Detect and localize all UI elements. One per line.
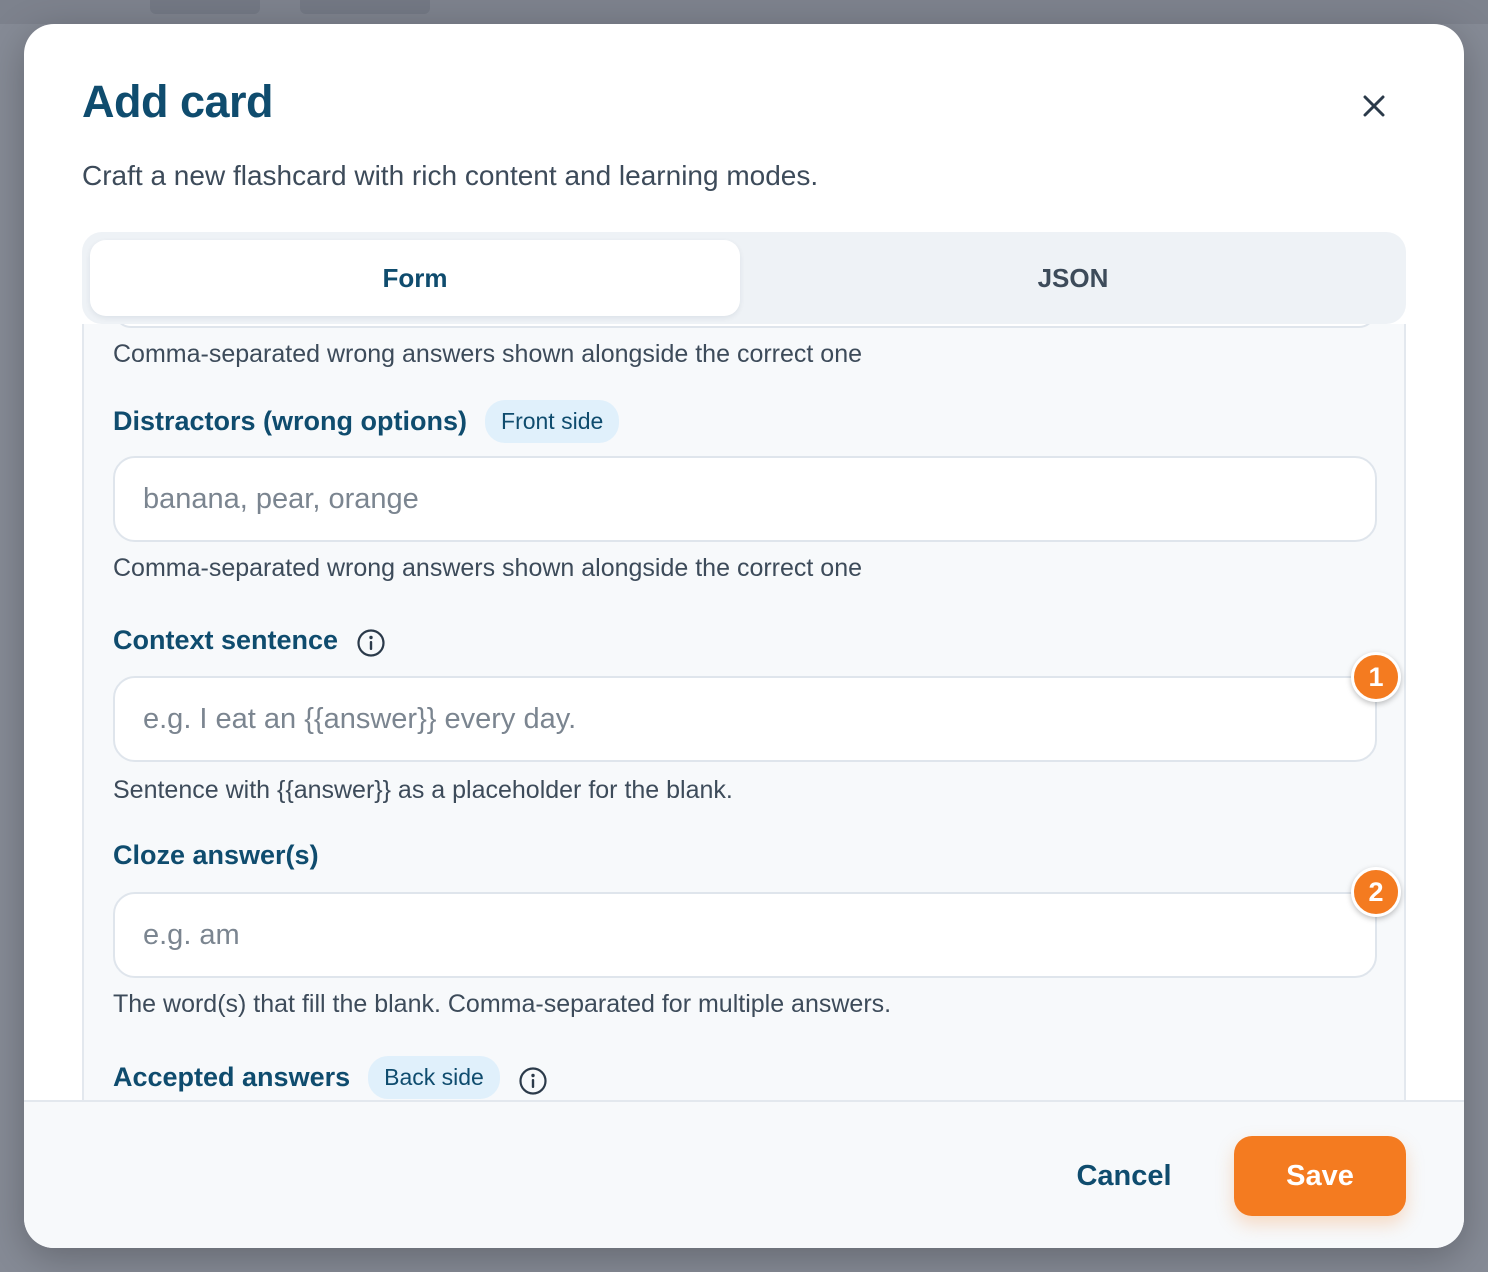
accepted-answers-label-row: Accepted answers Back side xyxy=(113,1056,548,1099)
background-element xyxy=(150,0,260,14)
dialog-footer: Cancel Save xyxy=(24,1100,1464,1248)
context-sentence-helper: Sentence with {{answer}} as a placeholde… xyxy=(113,776,733,804)
tab-json[interactable]: JSON xyxy=(748,240,1398,316)
context-sentence-input[interactable] xyxy=(113,676,1377,762)
tab-form[interactable]: Form xyxy=(90,240,740,316)
previous-input-field[interactable] xyxy=(114,324,1376,328)
background-overlay xyxy=(0,0,1488,24)
accepted-answers-label: Accepted answers xyxy=(113,1062,351,1092)
info-icon[interactable] xyxy=(356,628,386,658)
background-element xyxy=(300,0,430,14)
cloze-answers-label-row: Cloze answer(s) xyxy=(113,840,319,871)
step-marker-1: 1 xyxy=(1351,652,1401,702)
distractors-input[interactable] xyxy=(113,456,1377,542)
previous-helper-text: Comma-separated wrong answers shown alon… xyxy=(113,340,862,368)
cloze-answers-helper: The word(s) that fill the blank. Comma-s… xyxy=(113,990,892,1018)
form-scroll-area[interactable]: Comma-separated wrong answers shown alon… xyxy=(82,324,1406,1102)
tab-bar: Form JSON xyxy=(82,232,1406,324)
add-card-dialog: Add card Craft a new flashcard with rich… xyxy=(24,24,1464,1248)
distractors-label-row: Distractors (wrong options) Front side xyxy=(113,400,620,443)
dialog-subtitle: Craft a new flashcard with rich content … xyxy=(82,160,819,191)
back-side-badge: Back side xyxy=(368,1056,500,1099)
context-sentence-label: Context sentence xyxy=(113,624,339,655)
save-button[interactable]: Save xyxy=(1234,1136,1406,1216)
distractors-helper: Comma-separated wrong answers shown alon… xyxy=(113,554,862,582)
info-icon[interactable] xyxy=(518,1066,548,1096)
cloze-answers-label: Cloze answer(s) xyxy=(113,840,319,870)
close-icon xyxy=(1363,95,1385,117)
context-sentence-label-row: Context sentence xyxy=(113,622,386,658)
step-marker-2: 2 xyxy=(1351,867,1401,917)
cancel-button[interactable]: Cancel xyxy=(1054,1136,1194,1216)
dialog-title: Add card xyxy=(82,76,274,127)
front-side-badge: Front side xyxy=(485,400,620,443)
close-button[interactable] xyxy=(1354,86,1394,126)
distractors-label: Distractors (wrong options) xyxy=(113,406,468,436)
cloze-answers-input[interactable] xyxy=(113,892,1377,978)
